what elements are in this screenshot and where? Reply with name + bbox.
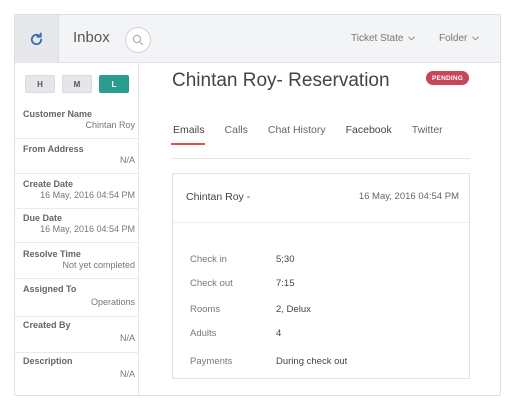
field-value: N/A: [119, 155, 135, 165]
field-resolve-time: Resolve Time Not yet completed: [23, 249, 135, 270]
field-value: 16 May, 2016 04:54 PM: [40, 190, 135, 200]
divider: [15, 138, 139, 139]
search-button[interactable]: [125, 27, 151, 53]
field-from-address: From Address N/A: [23, 144, 135, 165]
ticket-state-dropdown[interactable]: Ticket State: [351, 33, 416, 44]
detail-value: 2, Delux: [276, 304, 311, 315]
chevron-down-icon: [472, 36, 480, 41]
field-assigned-to: Assigned To Operations: [23, 284, 135, 307]
detail-value: 7:15: [276, 278, 295, 289]
folder-label: Folder: [439, 33, 468, 44]
tabs-divider: [171, 158, 470, 159]
tab-calls[interactable]: Calls: [225, 124, 248, 136]
divider: [15, 316, 139, 317]
inbox-title: Inbox: [73, 29, 110, 46]
priority-low-button[interactable]: L: [99, 75, 129, 93]
email-card[interactable]: Chintan Roy - 16 May, 2016 04:54 PM Chec…: [172, 173, 470, 379]
field-label: Description: [23, 356, 73, 366]
field-value: N/A: [119, 369, 135, 379]
top-bar: Inbox Ticket State Folder: [15, 15, 500, 63]
divider: [15, 242, 139, 243]
divider: [15, 208, 139, 209]
detail-key: Payments: [190, 356, 233, 367]
priority-high-button[interactable]: H: [25, 75, 55, 93]
field-label: Due Date: [23, 213, 63, 223]
status-badge: PENDING: [426, 71, 470, 85]
divider: [15, 278, 139, 279]
field-label: Create Date: [23, 179, 74, 189]
email-date: 16 May, 2016 04:54 PM: [358, 191, 459, 202]
field-customer-name: Customer Name Chintan Roy: [23, 109, 135, 130]
refresh-button[interactable]: [15, 15, 59, 63]
field-value: N/A: [119, 333, 135, 343]
field-create-date: Create Date 16 May, 2016 04:54 PM: [23, 179, 135, 200]
ticket-details-sidebar: H M L Customer Name Chintan Roy From Add…: [15, 63, 139, 395]
divider: [15, 352, 139, 353]
field-label: Resolve Time: [23, 249, 81, 259]
field-value: Not yet completed: [62, 260, 135, 270]
field-label: Assigned To: [23, 284, 77, 294]
tab-chat-history[interactable]: Chat History: [268, 124, 326, 136]
divider: [173, 222, 469, 223]
ticket-title: Chintan Roy- Reservation: [172, 70, 390, 91]
priority-medium-button[interactable]: M: [62, 75, 92, 93]
detail-key: Rooms: [190, 304, 221, 315]
field-value: 16 May, 2016 04:54 PM: [40, 224, 135, 234]
detail-value: 4: [276, 328, 282, 339]
ticket-state-label: Ticket State: [351, 33, 404, 44]
divider: [15, 173, 139, 174]
refresh-icon: [30, 31, 43, 45]
field-due-date: Due Date 16 May, 2016 04:54 PM: [23, 213, 135, 234]
field-value: Operations: [90, 297, 135, 307]
field-label: Created By: [23, 320, 71, 330]
active-tab-indicator: [171, 143, 205, 145]
detail-value: During check out: [276, 356, 348, 367]
chevron-down-icon: [408, 36, 416, 41]
field-description: Description N/A: [23, 356, 135, 379]
detail-key: Check out: [190, 278, 233, 289]
ticket-window: Inbox Ticket State Folder H M L Customer…: [14, 14, 501, 396]
tab-twitter[interactable]: Twitter: [412, 124, 443, 136]
tab-facebook[interactable]: Facebook: [346, 124, 392, 136]
detail-key: Check in: [190, 254, 227, 265]
email-sender: Chintan Roy -: [186, 191, 251, 203]
detail-key: Adults: [190, 328, 217, 339]
tab-emails[interactable]: Emails: [173, 124, 205, 136]
field-label: Customer Name: [23, 109, 93, 119]
folder-dropdown[interactable]: Folder: [439, 33, 480, 44]
field-created-by: Created By N/A: [23, 320, 135, 343]
detail-value: 5;30: [276, 254, 295, 265]
field-value: Chintan Roy: [85, 120, 135, 130]
search-icon: [132, 34, 144, 46]
field-label: From Address: [23, 144, 84, 154]
communication-tabs: Emails Calls Chat History Facebook Twitt…: [173, 124, 463, 136]
